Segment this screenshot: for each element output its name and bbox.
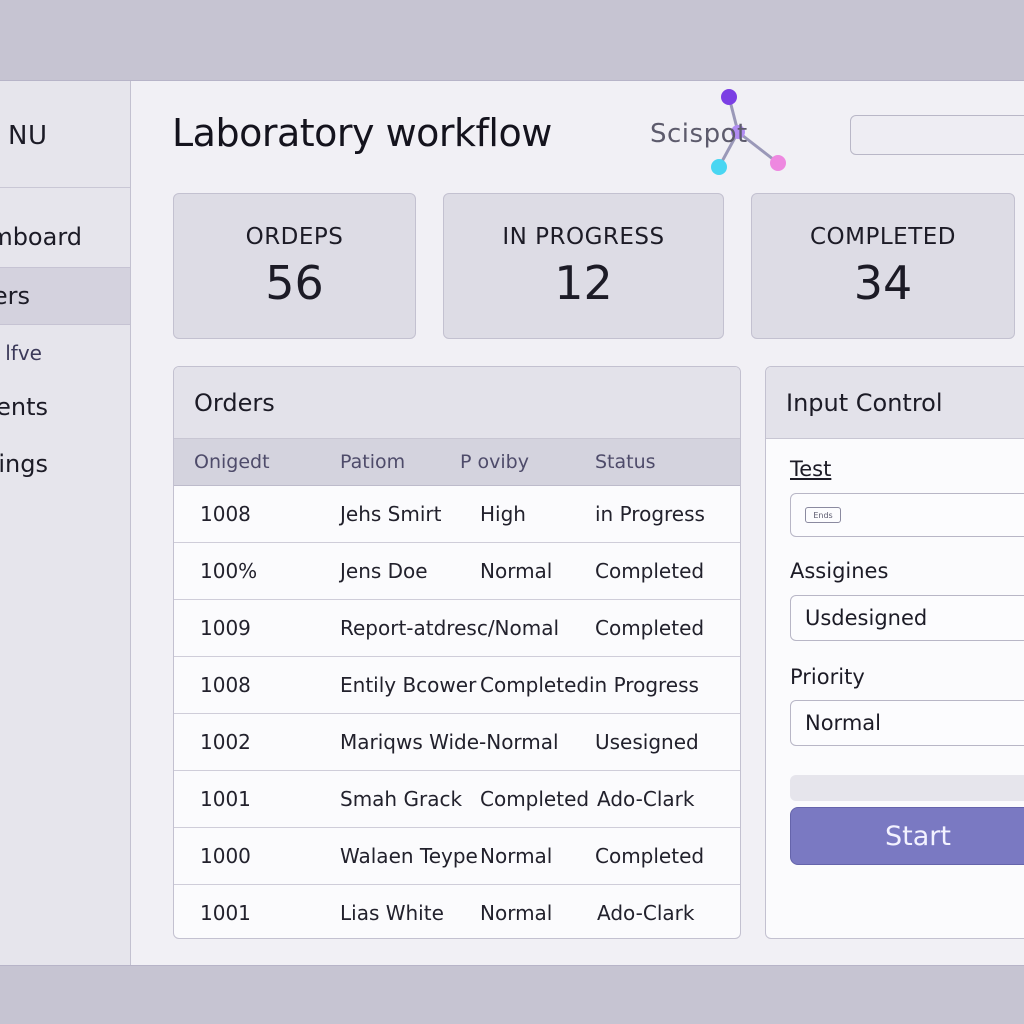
cell-patient: Jens Doe [340,559,428,583]
stat-label: IN PROGRESS [502,224,665,250]
table-row[interactable]: 1009 Report-atdresc/Nomal Completed [174,600,740,657]
orders-table-header: Onigedt Patiom P oviby Status [174,439,740,486]
stat-card-orders: ORDEPS 56 [173,193,416,339]
progress-bar [790,775,1024,801]
cell-order-id: 1001 [200,901,251,925]
sidebar-item-label: mboard [0,223,82,251]
sidebar-brand: NU [8,121,48,151]
sidebar-item-label: ings [0,450,48,478]
cell-priority: Normal [480,559,553,583]
test-field[interactable]: Ends [790,493,1024,537]
stat-label: ORDEPS [245,224,344,250]
cell-order-id: 100% [200,559,258,583]
cell-patient: Mariqws Wide-Normal [340,730,559,754]
logo-text: Scispot [650,119,748,149]
cell-status: Ado-Clark [597,901,695,925]
cell-status: Ado-Clark [597,787,695,811]
cell-status: in Progress [589,673,699,697]
app-window: NU mboard ers lfve ents ings Laboratory … [0,80,1024,966]
orders-panel: Orders Onigedt Patiom P oviby Status 100… [173,366,741,939]
cell-priority: Normal [480,901,553,925]
column-header-priority[interactable]: P oviby [460,439,529,485]
orders-table-body: 1008 Jehs Smirt High in Progress 100% Je… [174,486,740,938]
table-row[interactable]: 1002 Mariqws Wide-Normal Usesigned [174,714,740,771]
test-chip: Ends [805,507,841,523]
sidebar-item-settings[interactable]: ings [0,436,130,492]
cell-priority: High [480,502,526,526]
sidebar-item-label: lfve [5,341,42,365]
table-row[interactable]: 1008 Entily Bcower Completed in Progress [174,657,740,714]
table-row[interactable]: 1001 Smah Grack Completed Ado-Clark [174,771,740,828]
cell-patient: Report-atdresc/Nomal [340,616,560,640]
cell-status: in Progress [595,502,705,526]
cell-order-id: 1008 [200,673,251,697]
cell-priority: Completed [480,673,590,697]
sidebar: NU mboard ers lfve ents ings [0,81,131,965]
cell-priority: Completed [480,787,590,811]
start-button[interactable]: Start [790,807,1024,865]
cell-status: Completed [595,844,705,868]
sidebar-item-dashboard[interactable]: mboard [0,209,130,265]
cell-status: Usesigned [595,730,699,754]
cell-order-id: 1009 [200,616,251,640]
sidebar-item-label: ents [0,393,48,421]
input-control-panel: Input Control Test Ends Assigines Usdesi… [765,366,1024,939]
assignee-label: Assigines [790,559,889,583]
cell-status: Completed [595,559,705,583]
page-title: Laboratory workflow [172,111,552,155]
cell-patient: Jehs Smirt [340,502,442,526]
table-row[interactable]: 1001 Lias White Normal Ado-Clark [174,885,740,938]
assignee-field[interactable]: Usdesigned [790,595,1024,641]
table-row[interactable]: 100% Jens Doe Normal Completed [174,543,740,600]
column-header-patient[interactable]: Patiom [340,439,405,485]
cell-patient: Lias White [340,901,444,925]
cell-patient: Entily Bcower [340,673,477,697]
search-input[interactable] [850,115,1024,155]
cell-order-id: 1008 [200,502,251,526]
cell-order-id: 1002 [200,730,251,754]
cell-patient: Smah Grack [340,787,463,811]
sidebar-item-orders[interactable]: ers [0,267,130,325]
priority-label: Priority [790,665,865,689]
sidebar-item-live[interactable]: lfve [0,325,130,381]
column-header-status[interactable]: Status [595,439,656,485]
cell-order-id: 1000 [200,844,251,868]
stat-card-completed: COMPLETED 34 [751,193,1015,339]
cell-order-id: 1001 [200,787,251,811]
sidebar-item-patients[interactable]: ents [0,379,130,435]
stat-label: COMPLETED [809,224,956,250]
test-label: Test [790,457,832,481]
input-control-title: Input Control [766,367,1024,439]
stat-card-in-progress: IN PROGRESS 12 [443,193,724,339]
cell-status: Completed [595,616,705,640]
table-row[interactable]: 1000 Walaen Teype Normal Completed [174,828,740,885]
stat-value: 12 [554,256,613,310]
stat-value: 56 [265,256,324,310]
table-row[interactable]: 1008 Jehs Smirt High in Progress [174,486,740,543]
scispot-logo: Scispot [645,87,795,187]
sidebar-divider [0,187,130,188]
priority-field[interactable]: Normal [790,700,1024,746]
orders-panel-title: Orders [174,367,740,439]
cell-priority: Normal [480,844,553,868]
column-header-order-id[interactable]: Onigedt [194,439,270,485]
stat-value: 34 [853,256,913,310]
sidebar-item-label: ers [0,282,30,310]
cell-patient: Walaen Teype [340,844,478,868]
